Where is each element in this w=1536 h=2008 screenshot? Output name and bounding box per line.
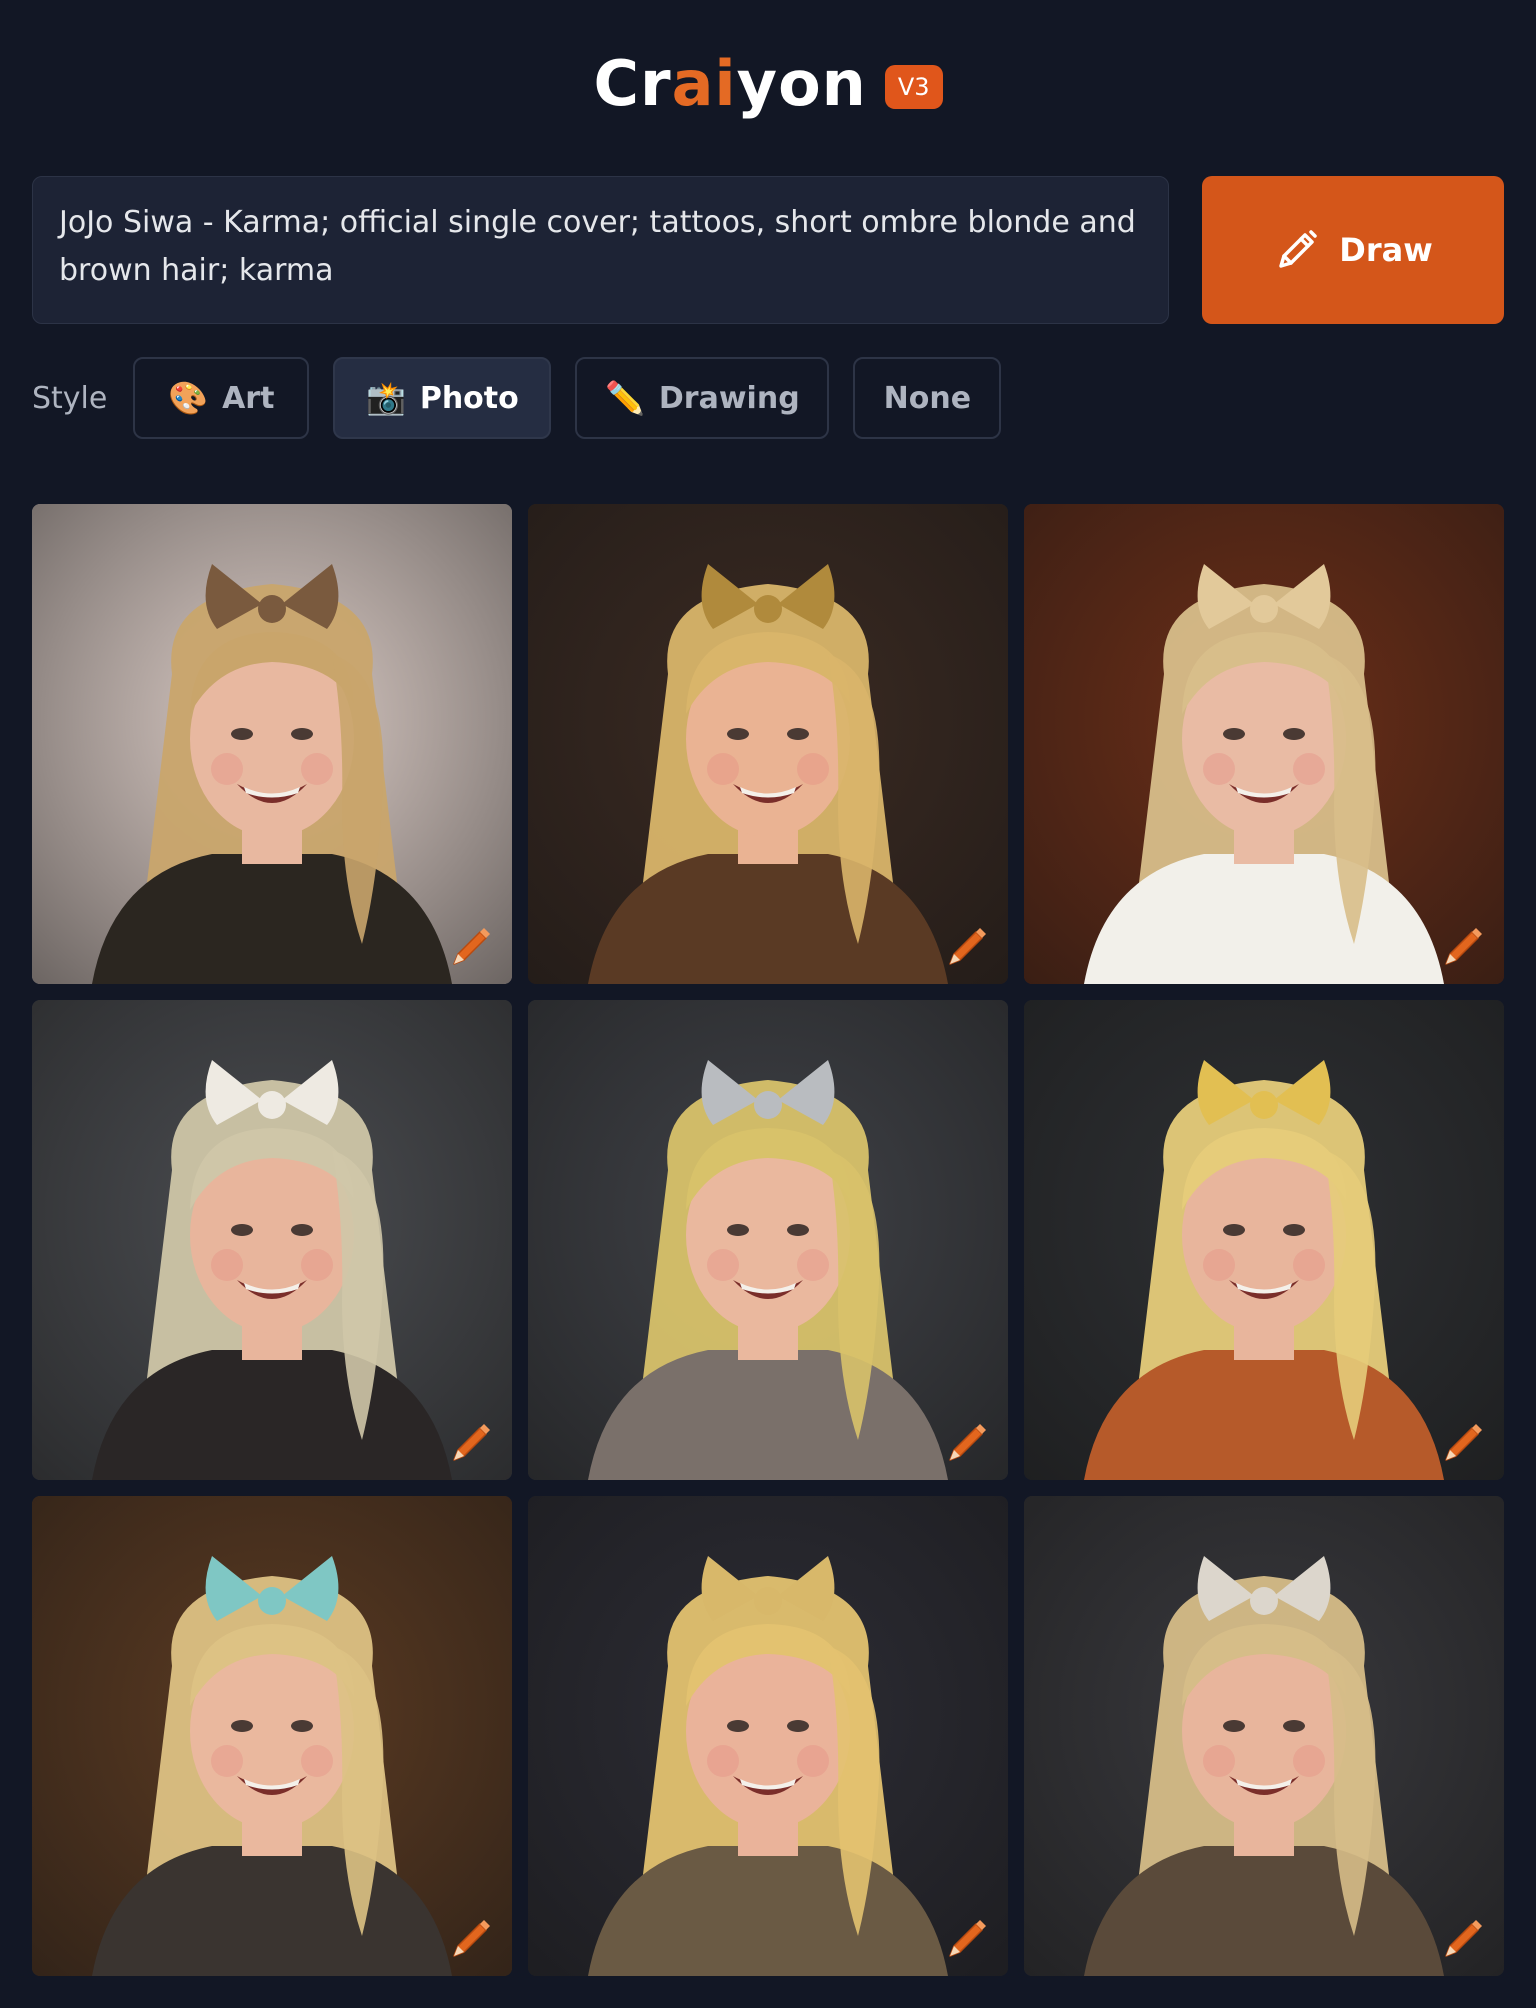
portrait-illustration	[32, 1000, 512, 1480]
style-selector: Style 🎨 Art 📸 Photo ✏️ Drawing None	[32, 356, 1025, 440]
style-option-photo[interactable]: 📸 Photo	[333, 357, 552, 439]
style-option-label: None	[883, 380, 972, 416]
result-image-5[interactable]	[528, 1000, 1008, 1480]
style-label: Style	[32, 380, 108, 416]
style-option-drawing[interactable]: ✏️ Drawing	[575, 357, 830, 439]
portrait-illustration	[1024, 1496, 1504, 1976]
palette-icon: 🎨	[168, 379, 209, 417]
camera-icon: 📸	[365, 379, 406, 417]
edit-pencil-icon[interactable]	[944, 1418, 992, 1466]
portrait-illustration	[32, 504, 512, 984]
result-image-6[interactable]	[1024, 1000, 1504, 1480]
logo-text-ai: ai	[671, 46, 737, 120]
edit-pencil-icon[interactable]	[448, 922, 496, 970]
portrait-illustration	[528, 504, 1008, 984]
draw-button-label: Draw	[1339, 231, 1433, 269]
portrait-illustration	[32, 1496, 512, 1976]
draw-button[interactable]: Draw	[1202, 176, 1504, 324]
result-image-8[interactable]	[528, 1496, 1008, 1976]
app-logo[interactable]: Cr ai yon	[593, 47, 866, 120]
style-option-label: Drawing	[658, 380, 800, 416]
version-badge: V3	[884, 65, 943, 109]
portrait-illustration	[1024, 1000, 1504, 1480]
result-image-1[interactable]	[32, 504, 512, 984]
edit-pencil-icon[interactable]	[448, 1418, 496, 1466]
portrait-illustration	[1024, 504, 1504, 984]
style-option-none[interactable]: None	[853, 357, 1002, 439]
result-image-4[interactable]	[32, 1000, 512, 1480]
results-grid	[32, 504, 1504, 1976]
logo-text-start: Cr	[593, 46, 672, 120]
style-option-label: Art	[222, 380, 275, 416]
prompt-input[interactable]: JoJo Siwa - Karma; official single cover…	[32, 176, 1169, 324]
edit-pencil-icon[interactable]	[1440, 922, 1488, 970]
portrait-illustration	[528, 1496, 1008, 1976]
edit-pencil-icon[interactable]	[448, 1914, 496, 1962]
pencil-emoji-icon: ✏️	[605, 379, 645, 417]
edit-pencil-icon[interactable]	[944, 1914, 992, 1962]
result-image-2[interactable]	[528, 504, 1008, 984]
result-image-7[interactable]	[32, 1496, 512, 1976]
result-image-3[interactable]	[1024, 504, 1504, 984]
edit-pencil-icon[interactable]	[1440, 1418, 1488, 1466]
logo-text-end: yon	[736, 46, 867, 120]
style-option-art[interactable]: 🎨 Art	[133, 357, 310, 439]
portrait-illustration	[528, 1000, 1008, 1480]
edit-pencil-icon[interactable]	[1440, 1914, 1488, 1962]
pencil-icon	[1279, 230, 1317, 268]
result-image-9[interactable]	[1024, 1496, 1504, 1976]
style-option-label: Photo	[419, 380, 519, 416]
header: Cr ai yon V3	[0, 40, 1536, 126]
edit-pencil-icon[interactable]	[944, 922, 992, 970]
